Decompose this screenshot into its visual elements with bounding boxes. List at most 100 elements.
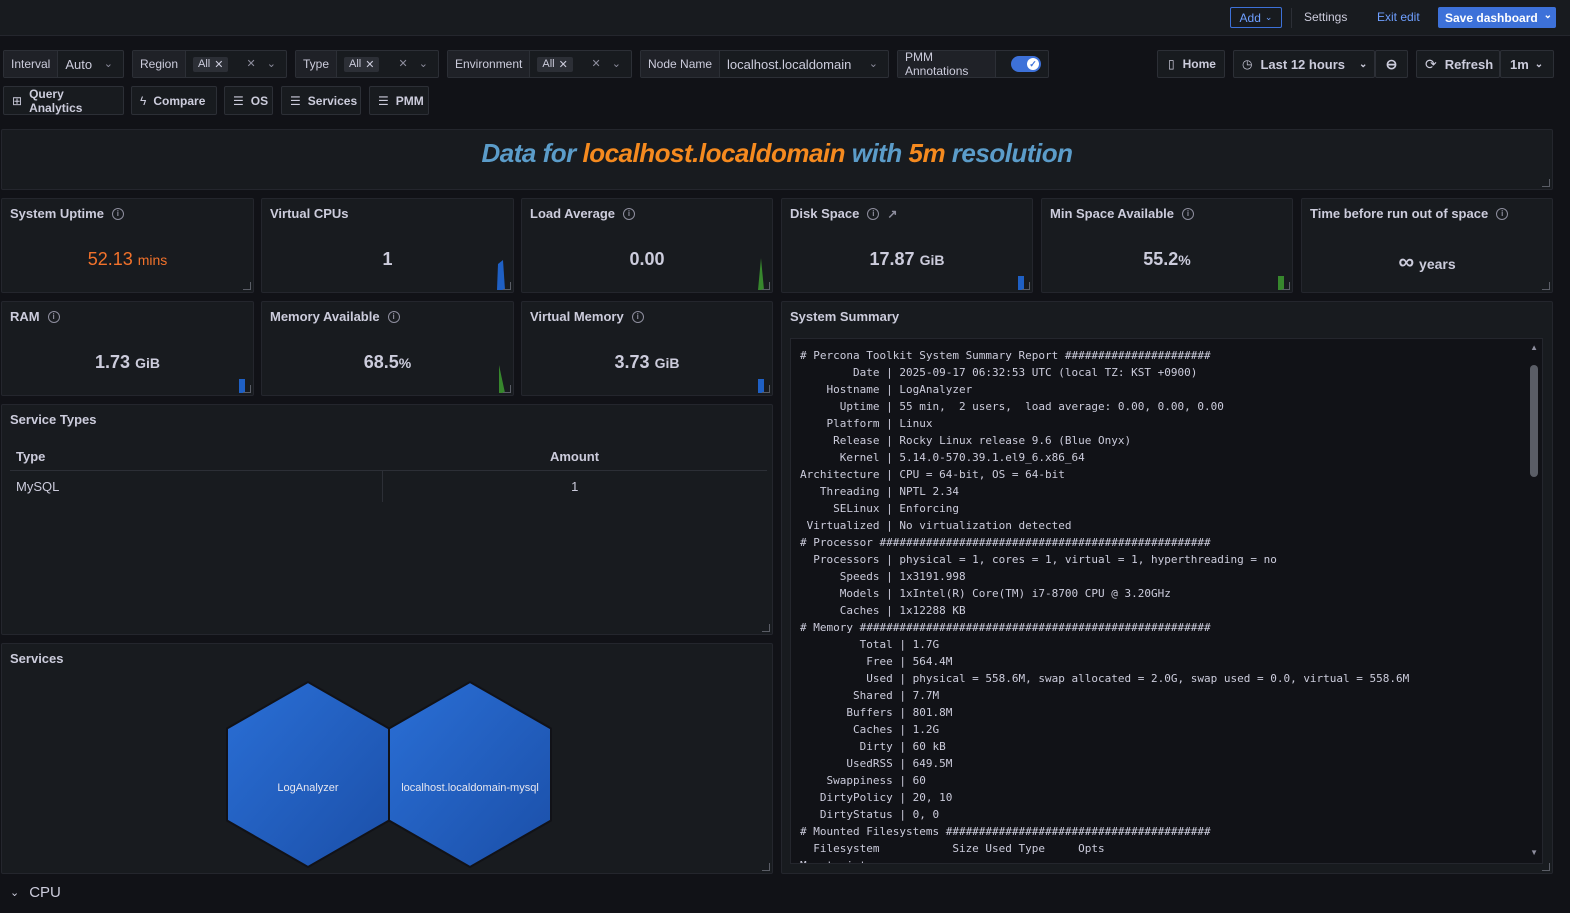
resize-handle[interactable] (1282, 282, 1290, 290)
region-chip[interactable]: All ✕ (193, 56, 229, 72)
chevron-down-icon: ⌄ (1534, 58, 1544, 70)
resize-handle[interactable] (503, 282, 511, 290)
service-hexagon-mysql[interactable]: localhost.localdomain-mysql (388, 680, 552, 869)
summary-line: Threading | NPTL 2.34 (819, 485, 959, 498)
region-label: Region (133, 51, 187, 77)
banner-suffix: resolution (945, 138, 1073, 168)
time-range-picker[interactable]: ◷ Last 12 hours ⌄ (1233, 50, 1375, 78)
environment-chip[interactable]: All ✕ (537, 56, 573, 72)
resize-handle[interactable] (503, 385, 511, 393)
resize-handle[interactable] (762, 624, 770, 632)
summary-line: Release | Rocky Linux release 9.6 (Blue … (833, 434, 1132, 447)
cpu-row-header[interactable]: ⌄ CPU (10, 884, 61, 901)
pmm-link[interactable]: ☰ PMM (369, 86, 429, 115)
environment-value: All (542, 58, 555, 70)
interval-select[interactable]: Auto ⌄ (58, 51, 123, 77)
environment-select[interactable]: All ✕ ✕ ⌄ (530, 51, 631, 77)
summary-line: Dirty | 60 kB (859, 740, 946, 753)
resize-handle[interactable] (762, 385, 770, 393)
panel-title: Load Average i (530, 206, 636, 221)
toolbar-divider (1291, 8, 1292, 28)
resize-handle[interactable] (1542, 282, 1550, 290)
resize-handle[interactable] (243, 282, 251, 290)
banner-middle: with (845, 138, 909, 168)
timeleft-unit: years (1419, 256, 1456, 272)
time-left-panel: Time before run out of space i ∞ years (1301, 198, 1553, 293)
chevron-down-icon[interactable]: ⌄ (1544, 10, 1552, 21)
save-dashboard-button[interactable]: Save dashboard ⌄ (1438, 7, 1556, 28)
type-value: All (349, 58, 362, 70)
compare-link[interactable]: ϟ Compare (131, 86, 217, 115)
info-icon[interactable]: i (387, 310, 400, 323)
external-link-icon[interactable]: ↗ (887, 207, 897, 221)
panel-title: Services (10, 651, 64, 666)
system-summary-text-area[interactable]: # Percona Toolkit System Summary Report … (790, 338, 1543, 864)
type-label: Type (296, 51, 338, 77)
info-icon[interactable]: i (867, 207, 880, 220)
info-icon[interactable]: i (111, 207, 124, 220)
uptime-number: 52.13 (87, 249, 133, 269)
resize-handle[interactable] (762, 282, 770, 290)
refresh-button[interactable]: ⟳ Refresh (1416, 50, 1500, 78)
info-icon[interactable]: i (1496, 207, 1509, 220)
min-space-value: 55.2% (1042, 249, 1292, 270)
scroll-up-icon[interactable]: ▲ (1530, 343, 1538, 352)
scrollbar-thumb[interactable] (1530, 365, 1538, 477)
summary-line: Buffers | 801.8M (846, 706, 953, 719)
resize-handle[interactable] (1022, 282, 1030, 290)
summary-line: Platform | Linux (826, 417, 933, 430)
add-button[interactable]: Add ⌄ (1230, 7, 1282, 28)
region-select[interactable]: All ✕ ✕ ⌄ (186, 51, 286, 77)
uptime-unit: mins (137, 252, 168, 268)
column-header-type[interactable]: Type (10, 443, 382, 471)
bars-icon: ☰ (233, 93, 244, 108)
type-chip[interactable]: All ✕ (344, 56, 380, 72)
summary-line: UsedRSS | 649.5M (846, 757, 953, 770)
zoom-out-button[interactable]: ⊖ (1375, 50, 1408, 78)
service-types-panel: Service Types Type Amount MySQL 1 (1, 404, 773, 635)
system-uptime-value: 52.13 mins (2, 249, 253, 270)
type-select[interactable]: All ✕ ✕ ⌄ (337, 51, 438, 77)
interval-value: Auto (65, 56, 93, 72)
clear-and-chevron-icon[interactable]: ✕ ⌄ (399, 57, 433, 70)
bars-icon: ☰ (290, 93, 301, 108)
resize-handle[interactable] (1542, 863, 1550, 871)
scrollbar[interactable]: ▲ ▼ (1529, 339, 1541, 863)
banner-resolution: 5m (908, 138, 946, 168)
time-left-value: ∞ years (1302, 249, 1552, 275)
save-dashboard-label: Save dashboard (1445, 10, 1538, 25)
resize-handle[interactable] (1542, 179, 1550, 187)
info-icon[interactable]: i (1182, 207, 1195, 220)
remove-icon[interactable]: ✕ (214, 58, 223, 71)
summary-line: Uptime | 55 min, 2 users, load average: … (839, 400, 1224, 413)
vmem-number: 3.73 (614, 352, 650, 372)
node-name-select[interactable]: localhost.localdomain ⌄ (720, 51, 888, 77)
banner-panel: Data for localhost.localdomain with 5m r… (1, 129, 1553, 190)
settings-button[interactable]: Settings (1304, 10, 1347, 24)
clear-and-chevron-icon[interactable]: ✕ ⌄ (592, 57, 626, 70)
resize-handle[interactable] (762, 863, 770, 871)
info-icon[interactable]: i (623, 207, 636, 220)
sync-icon: ⟳ (1425, 55, 1437, 72)
chevron-down-icon: ⌄ (1264, 12, 1273, 22)
query-analytics-link[interactable]: ⊞ Query Analytics (3, 86, 124, 115)
min-space-title: Min Space Available (1050, 206, 1175, 221)
home-button[interactable]: ▯ Home (1157, 50, 1225, 78)
clear-and-chevron-icon[interactable]: ✕ ⌄ (247, 57, 281, 70)
services-link[interactable]: ☰ Services (281, 86, 361, 115)
info-icon[interactable]: i (47, 310, 60, 323)
refresh-interval-picker[interactable]: 1m ⌄ (1500, 50, 1554, 78)
resize-handle[interactable] (243, 385, 251, 393)
pmm-annotations-toggle[interactable] (1011, 56, 1041, 72)
info-icon[interactable]: i (631, 310, 644, 323)
remove-icon[interactable]: ✕ (365, 58, 374, 71)
os-link[interactable]: ☰ OS (224, 86, 273, 115)
service-hexagon-loganalyzer[interactable]: LogAnalyzer (226, 680, 390, 869)
scroll-down-icon[interactable]: ▼ (1530, 848, 1538, 857)
node-name-value: localhost.localdomain (727, 56, 852, 72)
load-number: 0.00 (629, 249, 665, 269)
exit-edit-button[interactable]: Exit edit (1377, 10, 1420, 24)
remove-icon[interactable]: ✕ (559, 58, 568, 71)
memory-available-value: 68.5% (262, 352, 513, 373)
column-header-amount[interactable]: Amount (382, 443, 767, 471)
